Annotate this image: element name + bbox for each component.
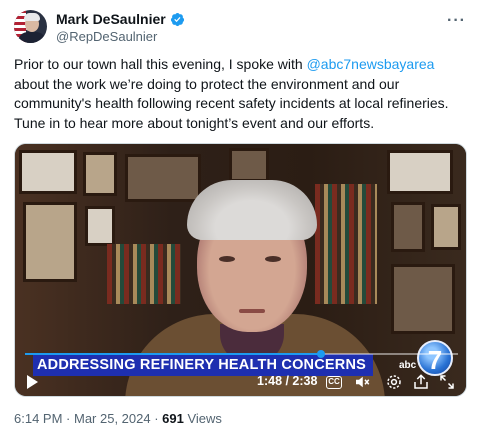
wall-frame — [391, 264, 455, 334]
captions-icon[interactable]: CC — [326, 376, 342, 389]
verified-badge-icon — [170, 12, 184, 26]
video-time-display: 1:48 / 2:38 — [257, 374, 318, 388]
meta-separator: · — [150, 411, 163, 426]
avatar-hair — [24, 13, 40, 21]
wall-frame — [19, 150, 77, 194]
fullscreen-icon[interactable] — [438, 373, 456, 391]
person-eye — [219, 256, 235, 262]
wall-frame — [431, 204, 461, 250]
author-display-name[interactable]: Mark DeSaulnier — [56, 11, 166, 27]
wall-frame — [387, 150, 453, 194]
video-progress-fill — [25, 353, 322, 355]
wall-frame — [83, 152, 117, 196]
person-hair — [187, 180, 317, 240]
tweet-text-before: Prior to our town hall this evening, I s… — [14, 56, 307, 72]
wall-frame — [85, 206, 115, 246]
video-controls: 1:48 / 2:38 CC — [15, 370, 466, 396]
share-icon[interactable] — [412, 373, 430, 391]
tweet-time[interactable]: 6:14 PM — [14, 411, 62, 426]
meta-separator: · — [62, 411, 74, 426]
tweet-text: Prior to our town hall this evening, I s… — [14, 55, 469, 133]
wall-frame — [391, 202, 425, 252]
tweet-text-after: about the work we’re doing to protect th… — [14, 75, 449, 131]
views-count: 691 — [162, 411, 184, 426]
volume-icon[interactable] — [353, 373, 371, 391]
play-icon[interactable] — [27, 375, 38, 389]
more-options-icon[interactable]: ··· — [447, 12, 466, 30]
tweet-meta: 6:14 PM · Mar 25, 2024 · 691 Views — [14, 411, 222, 426]
tweet-card: Mark DeSaulnier @RepDeSaulnier ··· Prior… — [0, 0, 480, 435]
author-name-row: Mark DeSaulnier — [56, 11, 185, 27]
person-mouth — [239, 309, 265, 313]
tweet-date[interactable]: Mar 25, 2024 — [74, 411, 151, 426]
settings-icon[interactable] — [385, 373, 403, 391]
video-progress-bar[interactable] — [25, 350, 458, 358]
bookshelf — [315, 184, 377, 304]
bookshelf — [107, 244, 181, 304]
avatar[interactable] — [14, 10, 47, 43]
author-handle[interactable]: @RepDeSaulnier — [56, 29, 157, 44]
mention-link[interactable]: @abc7newsbayarea — [307, 56, 435, 72]
video-player[interactable]: ADDRESSING REFINERY HEALTH CONCERNS 7 ab… — [14, 143, 467, 397]
person-eye — [265, 256, 281, 262]
avatar-suit — [18, 32, 46, 43]
wall-frame — [125, 154, 201, 202]
wall-frame — [229, 148, 269, 182]
views-label: Views — [183, 411, 222, 426]
wall-frame — [23, 202, 77, 282]
